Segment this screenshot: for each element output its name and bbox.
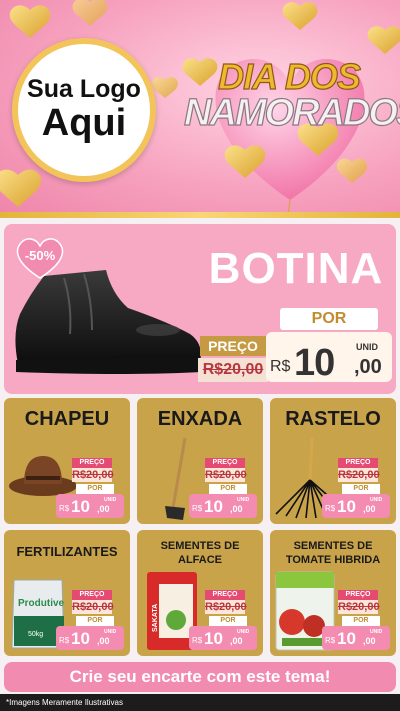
new-price: R$ 10 ,00 UNID <box>322 626 390 650</box>
price-unit: UNID <box>237 629 250 635</box>
old-price: R$20,00 <box>205 468 247 482</box>
old-price-label: PREÇO <box>72 590 112 600</box>
price-tag: PREÇO R$20,00 POR R$ 10 ,00 UNID <box>56 590 124 650</box>
new-price: R$ 10 ,00 UNID <box>189 494 257 518</box>
old-price: R$20,00 <box>72 468 114 482</box>
fertilizer-brand: Produtive <box>18 598 65 609</box>
old-price: R$20,00 <box>205 600 247 614</box>
new-price-label: POR <box>280 308 378 330</box>
product-name: CHAPEU <box>24 408 110 430</box>
price-integer: 10 <box>294 342 335 384</box>
new-price-label: POR <box>76 484 114 494</box>
price-unit: UNID <box>104 497 117 503</box>
currency: R$ <box>270 358 291 375</box>
discount-badge: -50% <box>24 248 56 263</box>
new-price-label: POR <box>209 484 247 494</box>
price-unit: UNID <box>104 629 117 635</box>
new-price: R$ 10 ,00 UNID <box>56 626 124 650</box>
new-price: R$ 10 ,00 UNID <box>56 494 124 518</box>
price-decimal: ,00 <box>230 504 243 514</box>
currency: R$ <box>192 504 203 513</box>
price-decimal: ,00 <box>354 356 382 378</box>
old-price-label: PREÇO <box>205 458 245 468</box>
create-flyer-button[interactable]: Crie seu encarte com este tema! <box>4 662 396 692</box>
old-price: R$20,00 <box>72 600 114 614</box>
price-tag: PREÇO R$20,00 POR R$ 10 ,00 UNID <box>322 590 390 650</box>
currency: R$ <box>59 504 70 513</box>
price-decimal: ,00 <box>363 636 376 646</box>
product-card[interactable]: SEMENTES DE TOMATE HIBRIDA PREÇO R$20,00… <box>270 530 396 656</box>
price-decimal: ,00 <box>230 636 243 646</box>
price-unit: UNID <box>356 342 378 352</box>
price-unit: UNID <box>370 629 383 635</box>
currency: R$ <box>325 636 336 645</box>
old-price-label: PREÇO <box>205 590 245 600</box>
product-card[interactable]: RASTELO PREÇO R$20,00 POR R$ 10 ,00 UNID <box>270 398 396 524</box>
price-integer: 10 <box>337 629 356 648</box>
product-card[interactable]: CHAPEU PREÇO R$20,00 POR R$ 10 ,00 UNID <box>4 398 130 524</box>
seed-brand: SAKATA <box>152 604 159 632</box>
price-integer: 10 <box>204 497 223 516</box>
old-price: R$20,00 <box>338 600 380 614</box>
new-price-label: POR <box>209 616 247 626</box>
currency: R$ <box>192 636 203 645</box>
old-price-label: PREÇO <box>338 590 378 600</box>
price-tag: PREÇO R$20,00 POR R$ 10 ,00 UNID <box>322 458 390 518</box>
new-price: R$ 10 ,00 UNID <box>266 332 392 384</box>
title-line2: NAMORADOS <box>183 91 400 134</box>
logo-text-line2: Aqui <box>41 101 127 144</box>
new-price: R$ 10 ,00 UNID <box>189 626 257 650</box>
new-price-label: POR <box>342 484 380 494</box>
product-card[interactable]: FERTILIZANTES Produtive 50kg PREÇO R$20,… <box>4 530 130 656</box>
currency: R$ <box>325 504 336 513</box>
price-tag: PREÇO R$20,00 POR R$ 10 ,00 UNID <box>56 458 124 518</box>
boot-icon <box>15 270 202 374</box>
fertilizer-weight: 50kg <box>28 631 43 638</box>
product-name: SEMENTES DE ALFACE <box>160 540 240 566</box>
logo-text-line1: Sua Logo <box>27 75 141 104</box>
product-card[interactable]: SEMENTES DE ALFACE SAKATA PREÇO R$20,00 … <box>137 530 263 656</box>
currency: R$ <box>59 636 70 645</box>
price-integer: 10 <box>204 629 223 648</box>
logo-placeholder[interactable]: Sua Logo Aqui <box>12 38 156 182</box>
price-decimal: ,00 <box>97 636 110 646</box>
new-price: R$ 10 ,00 UNID <box>322 494 390 518</box>
price-unit: UNID <box>370 497 383 503</box>
price-integer: 10 <box>71 629 90 648</box>
product-name: FERTILIZANTES <box>16 544 118 559</box>
price-tag: PREÇO R$20,00 POR R$ 10 ,00 UNID <box>189 458 257 518</box>
old-price-label: PREÇO <box>200 336 266 356</box>
price-tag: PREÇO R$20,00 POR R$ 10 ,00 UNID <box>189 590 257 650</box>
header-banner: Sua Logo Aqui DIA DOS NAMORADOS <box>0 0 400 216</box>
divider <box>0 212 400 218</box>
product-card[interactable]: ENXADA PREÇO R$20,00 POR R$ 10 ,00 UNID <box>137 398 263 524</box>
price-integer: 10 <box>71 497 90 516</box>
product-name: RASTELO <box>285 408 381 430</box>
old-price-label: PREÇO <box>72 458 112 468</box>
price-decimal: ,00 <box>363 504 376 514</box>
old-price: R$20,00 <box>338 468 380 482</box>
product-name: SEMENTES DE TOMATE HIBRIDA <box>285 540 381 566</box>
new-price-label: POR <box>342 616 380 626</box>
old-price: R$20,00 <box>198 358 268 382</box>
featured-product-name: BOTINA <box>208 244 384 293</box>
disclaimer: *Imagens Meramente Ilustrativas <box>0 694 400 711</box>
new-price-label: POR <box>76 616 114 626</box>
old-price-label: PREÇO <box>338 458 378 468</box>
price-unit: UNID <box>237 497 250 503</box>
product-name: ENXADA <box>157 408 243 430</box>
price-decimal: ,00 <box>97 504 110 514</box>
price-integer: 10 <box>337 497 356 516</box>
